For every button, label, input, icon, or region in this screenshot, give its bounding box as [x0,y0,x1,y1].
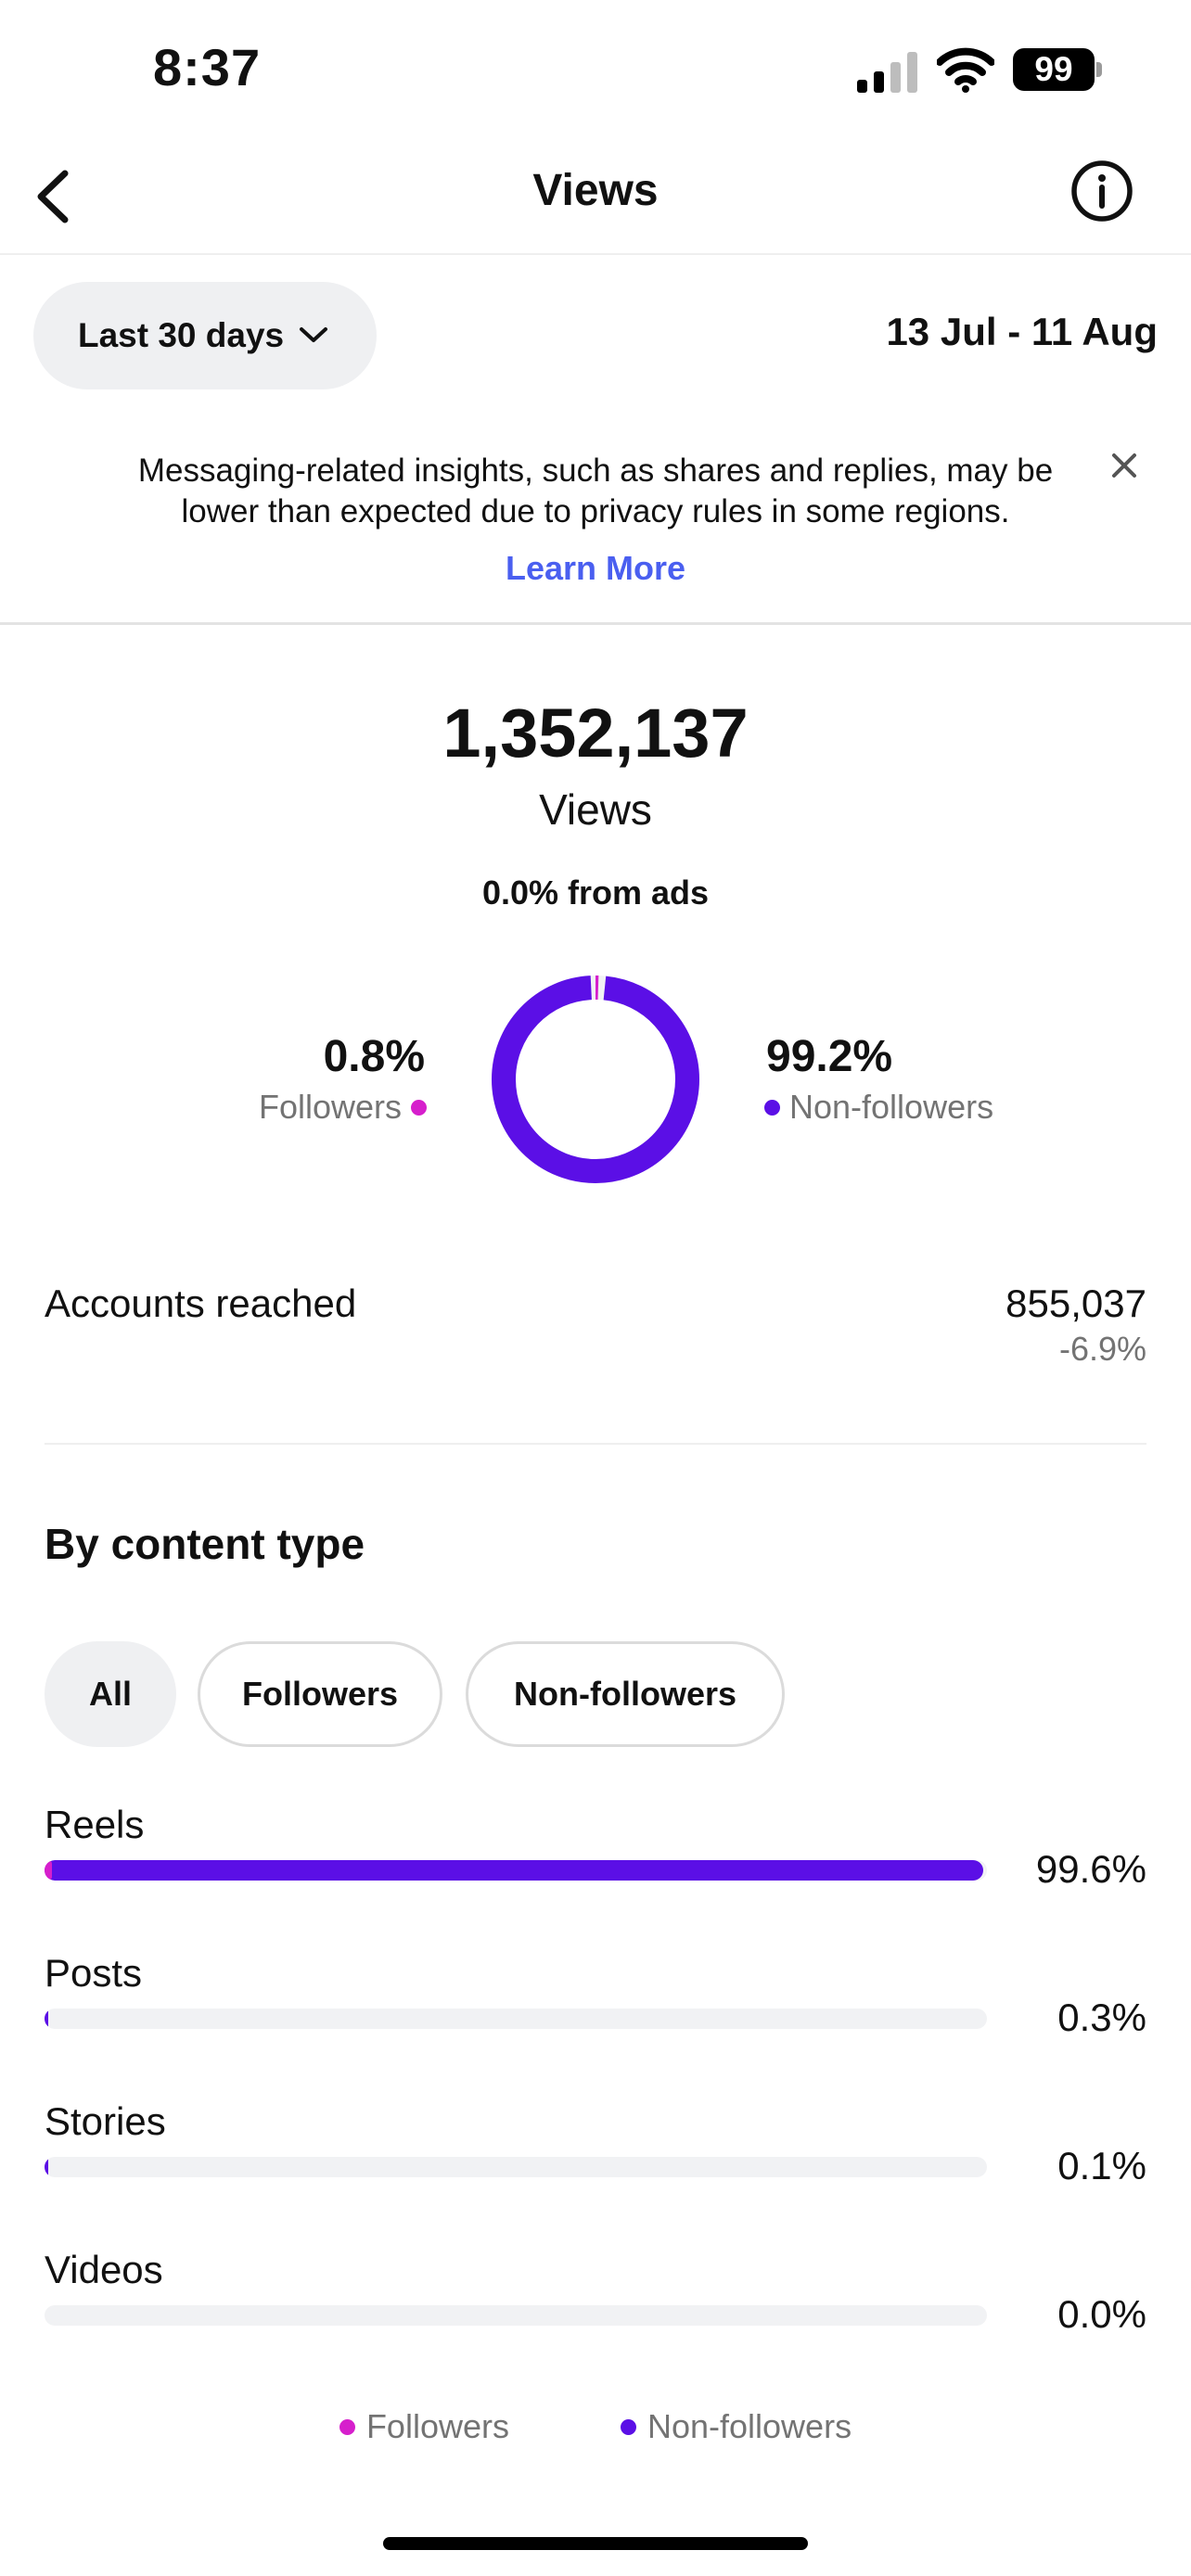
nonfollowers-dot-icon [764,1099,780,1116]
ads-share-text: 0.0% from ads [481,874,710,912]
battery-indicator: 99 [1013,48,1102,91]
content-type-label: Videos [45,2248,163,2291]
content-type-bar-track [45,1860,987,1881]
followers-dot-icon [411,1099,427,1116]
filter-chip-followers[interactable]: Followers [198,1641,442,1747]
legend-item-nonfollowers: Non-followers [620,2407,852,2446]
battery-level: 99 [1013,48,1095,91]
nonfollowers-percentage: 99.2% [766,1032,893,1081]
content-type-bar-followers [45,1860,53,1881]
content-type-legend: Followers Non-followers [0,2407,1191,2446]
total-views-value: 1,352,137 [442,695,749,772]
privacy-notice: Messaging-related insights, such as shar… [0,419,1191,625]
legend-label-followers: Followers [365,2407,509,2445]
home-indicator [383,2537,808,2550]
content-type-percentage: 0.3% [1057,1996,1146,2039]
battery-tip [1096,62,1102,77]
close-icon[interactable] [1104,445,1145,486]
page-title: Views [532,166,659,215]
section-title-content-type: By content type [45,1520,365,1568]
content-type-row-videos: Videos 0.0% [0,2248,1191,2396]
nonfollowers-legend: Non-followers [764,1088,993,1127]
content-type-percentage: 0.0% [1057,2292,1146,2336]
followers-legend: Followers [259,1088,427,1127]
legend-item-followers: Followers [339,2407,509,2446]
legend-label-nonfollowers: Non-followers [647,2407,852,2445]
filter-chip-all[interactable]: All [45,1641,176,1747]
cellular-signal-icon [857,52,917,93]
content-type-bar-track [45,2305,987,2326]
date-range-dropdown[interactable]: Last 30 days [33,282,377,389]
accounts-reached-value: 855,037 [1005,1282,1146,1325]
status-bar: 8:37 99 [0,0,1191,139]
content-type-row-stories: Stories 0.1% [0,2099,1191,2248]
divider [45,1443,1146,1445]
donut-nonfollowers-segment [492,976,699,1183]
audience-donut-chart [492,976,699,1183]
accounts-reached-label: Accounts reached [45,1282,357,1325]
learn-more-link[interactable]: Learn More [0,549,1191,588]
content-type-label: Reels [45,1803,145,1846]
date-range-text: 13 Jul - 11 Aug [886,310,1158,353]
accounts-reached-change: -6.9% [1058,1330,1146,1368]
notice-text: Messaging-related insights, such as shar… [137,453,1054,529]
content-type-row-posts: Posts 0.3% [0,1951,1191,2099]
content-type-label: Posts [45,1951,143,1995]
followers-legend-label: Followers [258,1088,402,1126]
views-label: Views [539,785,652,834]
info-icon[interactable] [1069,158,1135,224]
content-type-percentage: 0.1% [1057,2144,1146,2187]
followers-dot-icon [339,2418,355,2435]
content-type-label: Stories [45,2099,166,2143]
nav-bar: Views [0,139,1191,255]
date-range-dropdown-label: Last 30 days [78,316,285,354]
chevron-down-icon [300,327,327,342]
content-type-bar-nonfollowers [45,1860,983,1881]
content-type-percentage: 99.6% [1035,1847,1146,1891]
content-type-bar-nonfollowers [45,2157,48,2177]
status-time: 8:37 [153,38,262,96]
wifi-icon [937,47,994,93]
content-type-row-reels: Reels 99.6% [0,1803,1191,1951]
filter-chip-nonfollowers[interactable]: Non-followers [466,1641,785,1747]
content-type-bar-nonfollowers [45,2009,48,2029]
content-type-bar-track [45,2009,987,2029]
filter-row: Last 30 days 13 Jul - 11 Aug [0,257,1191,419]
content-type-bar-track [45,2157,987,2177]
nonfollowers-legend-label: Non-followers [789,1088,994,1126]
followers-percentage: 0.8% [323,1032,425,1081]
nonfollowers-dot-icon [620,2418,636,2435]
